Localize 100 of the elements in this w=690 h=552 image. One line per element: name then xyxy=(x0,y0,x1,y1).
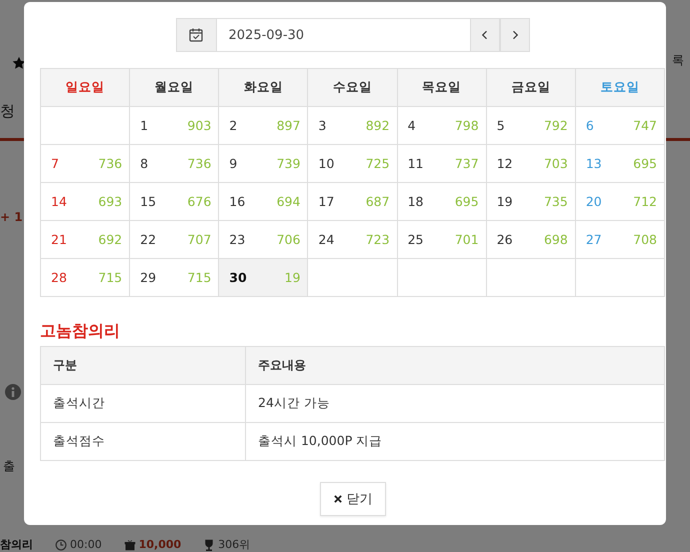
calendar-icon xyxy=(188,27,204,43)
day-number: 24 xyxy=(318,232,334,247)
calendar-day-cell[interactable]: 17 687 xyxy=(308,182,398,220)
calendar-day-cell[interactable]: 9 739 xyxy=(218,144,308,182)
attendance-count: 19 xyxy=(284,270,300,285)
day-number: 1 xyxy=(140,118,148,133)
attendance-count: 706 xyxy=(276,232,300,247)
calendar-day-cell[interactable]: 10 725 xyxy=(308,144,398,182)
clock-icon xyxy=(55,538,67,550)
day-number: 11 xyxy=(408,156,424,171)
calendar-day-cell[interactable]: 8 736 xyxy=(130,144,219,182)
gift-icon xyxy=(124,538,136,550)
attendance-count: 903 xyxy=(187,118,212,133)
side-text: 록 xyxy=(672,52,684,69)
attendance-count: 792 xyxy=(544,118,568,133)
attendance-count: 736 xyxy=(187,156,212,171)
column-header: 주요내용 xyxy=(246,346,664,384)
calendar-day-cell[interactable]: 24 723 xyxy=(308,220,398,258)
calendar-day-cell[interactable]: 14 693 xyxy=(40,182,130,220)
attendance-count: 739 xyxy=(276,156,300,171)
attendance-count: 737 xyxy=(454,156,479,171)
calendar-day-cell[interactable]: 22 707 xyxy=(130,220,219,258)
attendance-count: 676 xyxy=(187,194,212,209)
calendar-day-cell[interactable]: 7 736 xyxy=(40,144,130,182)
calendar-day-cell[interactable]: 26 698 xyxy=(486,220,576,258)
day-number: 21 xyxy=(51,232,67,247)
attendance-count: 695 xyxy=(633,156,657,171)
attendance-count: 723 xyxy=(366,232,390,247)
calendar-day-cell[interactable]: 11 737 xyxy=(397,144,486,182)
points-text: + 1 xyxy=(0,210,23,224)
day-number: 30 xyxy=(229,270,247,285)
day-number: 7 xyxy=(51,156,59,171)
rank-text: 306위 xyxy=(218,538,250,551)
calendar-day-cell[interactable]: 5 792 xyxy=(486,106,576,144)
calendar-day-cell[interactable]: 15 676 xyxy=(130,182,219,220)
calendar-day-cell[interactable]: 12 703 xyxy=(486,144,576,182)
day-number: 16 xyxy=(229,194,246,209)
section-title: 고놈참의리 xyxy=(40,321,121,342)
attendance-count: 747 xyxy=(633,118,657,133)
weekday-header: 금요일 xyxy=(486,68,576,106)
attendance-count: 712 xyxy=(633,194,657,209)
calendar-day-cell[interactable]: 25 701 xyxy=(397,220,486,258)
attendance-count: 715 xyxy=(98,270,122,285)
day-number: 15 xyxy=(140,194,156,209)
weekday-header: 일요일 xyxy=(40,68,130,106)
calendar-day-cell[interactable]: 28 715 xyxy=(40,258,130,296)
attendance-count: 694 xyxy=(276,194,300,209)
calendar-day-cell[interactable]: 30 19 xyxy=(218,258,308,296)
column-header: 구분 xyxy=(40,346,246,384)
row-label: 출 xyxy=(3,458,15,475)
points-text: 10,000 xyxy=(138,538,182,551)
weekday-header: 수요일 xyxy=(308,68,398,106)
day-number: 13 xyxy=(586,156,602,171)
date-field[interactable]: 2025-09-30 xyxy=(216,18,470,52)
attendance-count: 892 xyxy=(366,118,390,133)
day-number: 8 xyxy=(140,156,148,171)
attendance-count: 798 xyxy=(454,118,479,133)
calendar-day-cell[interactable]: 1 903 xyxy=(130,106,219,144)
day-number: 4 xyxy=(408,118,416,133)
day-number: 29 xyxy=(140,270,156,285)
attendance-count: 715 xyxy=(187,270,212,285)
day-number: 20 xyxy=(586,194,602,209)
attendance-count: 693 xyxy=(98,194,122,209)
day-number: 14 xyxy=(51,194,67,209)
info-icon xyxy=(5,384,21,400)
star-icon xyxy=(12,56,26,70)
calendar-button[interactable] xyxy=(176,18,216,52)
day-number: 2 xyxy=(229,118,238,133)
calendar-day-cell[interactable]: 3 892 xyxy=(308,106,398,144)
weekday-header: 화요일 xyxy=(218,68,308,106)
calendar-day-cell[interactable]: 18 695 xyxy=(397,182,486,220)
next-button[interactable] xyxy=(500,18,530,52)
calendar-day-cell[interactable]: 4 798 xyxy=(397,106,486,144)
day-number: 28 xyxy=(51,270,67,285)
attendance-count: 692 xyxy=(98,232,122,247)
attendance-count: 735 xyxy=(544,194,568,209)
attendance-count: 708 xyxy=(633,232,657,247)
table-cell: 출석시 10,000P 지급 xyxy=(246,422,664,460)
previous-button[interactable] xyxy=(470,18,500,52)
calendar-day-cell[interactable]: 2 897 xyxy=(218,106,308,144)
day-number: 3 xyxy=(318,118,326,133)
calendar-day-cell[interactable]: 21 692 xyxy=(40,220,130,258)
calendar-day-cell[interactable]: 19 735 xyxy=(486,182,576,220)
day-number: 19 xyxy=(496,194,513,209)
close-button[interactable]: 닫기 xyxy=(320,482,386,516)
weekday-header: 월요일 xyxy=(130,68,219,106)
day-number: 12 xyxy=(496,156,513,171)
day-number: 22 xyxy=(140,232,156,247)
calendar-day-cell[interactable]: 16 694 xyxy=(218,182,308,220)
attendance-count: 736 xyxy=(98,156,122,171)
attendance-count: 698 xyxy=(544,232,568,247)
table-cell: 출석점수 xyxy=(40,422,246,460)
day-number: 6 xyxy=(586,118,594,133)
day-number: 25 xyxy=(408,232,424,247)
table-cell: 출석시간 xyxy=(40,384,246,422)
day-number: 18 xyxy=(408,194,424,209)
weekday-header: 토요일 xyxy=(575,68,664,106)
day-number: 23 xyxy=(229,232,246,247)
attendance-count: 897 xyxy=(276,118,300,133)
day-number: 9 xyxy=(229,156,238,171)
